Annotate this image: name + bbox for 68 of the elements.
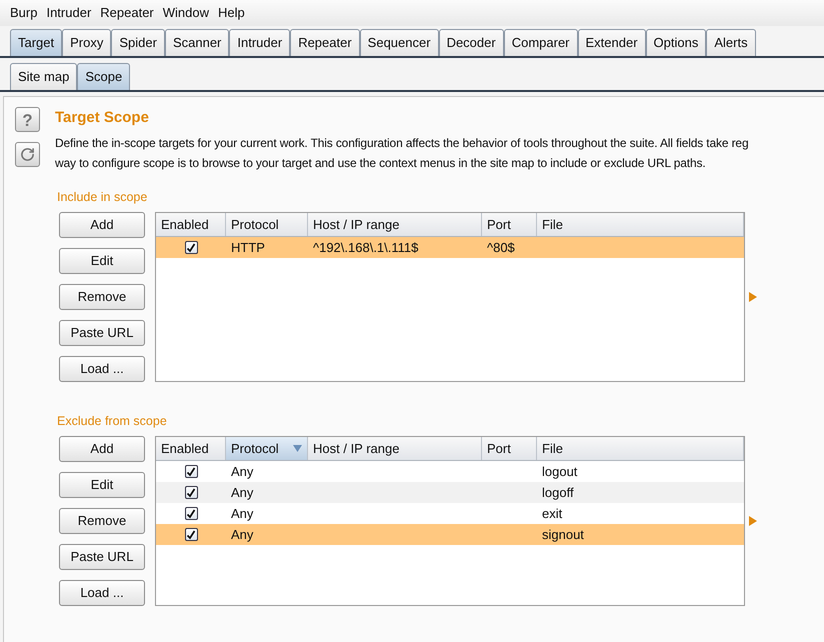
column-header[interactable]: Protocol [226,437,308,460]
action-button[interactable]: Edit [59,472,145,498]
menu-item[interactable]: Repeater [100,3,154,23]
checkbox[interactable] [184,528,198,541]
tab[interactable]: Scanner [164,29,230,56]
tab[interactable]: Proxy [62,29,112,56]
action-button[interactable]: Paste URL [59,544,145,570]
tab[interactable]: Spider [111,29,165,56]
help-button[interactable]: ? [15,107,40,132]
action-button[interactable]: Remove [59,284,145,310]
refresh-icon [20,147,35,162]
column-header[interactable]: Protocol [226,213,308,236]
table-cell: exit [542,506,562,521]
tab[interactable]: Intruder [229,29,290,56]
table-cell: HTTP [231,240,265,255]
action-button[interactable]: Remove [59,508,145,534]
column-header[interactable]: Enabled [156,213,226,236]
expand-arrow-icon[interactable] [749,292,757,302]
table-cell: logout [542,464,578,479]
action-button[interactable]: Edit [59,248,145,274]
tab[interactable]: Alerts [706,29,756,56]
action-button[interactable]: Paste URL [59,320,145,346]
tab[interactable]: Comparer [504,29,578,56]
column-header[interactable]: Port [482,213,537,236]
column-header[interactable]: Port [482,437,537,460]
table-cell: Any [231,484,254,500]
table-row[interactable]: HTTP ^192\.168\.1\.111$ ^80$ [156,237,744,258]
checkbox[interactable] [184,507,198,520]
tab[interactable]: Sequencer [360,29,439,56]
column-header[interactable]: File [537,213,744,236]
menu-item[interactable]: Help [218,3,245,23]
table-cell: Any [231,506,254,521]
column-header[interactable]: Host / IP range [308,437,482,460]
tab[interactable]: Site map [10,63,78,90]
action-button[interactable]: Add [59,436,145,462]
column-header[interactable]: Host / IP range [308,213,482,236]
table-cell: ^192\.168\.1\.111$ [313,240,418,255]
checkbox[interactable] [184,465,198,478]
action-button[interactable]: Add [59,212,145,238]
menu-item[interactable]: Burp [10,3,38,23]
table-row[interactable]: Any signout [156,524,744,545]
refresh-button[interactable] [15,142,40,167]
checkbox[interactable] [184,486,198,499]
tab[interactable]: Scope [77,63,130,90]
table-cell: Any [231,464,254,479]
sort-arrow-icon [293,445,302,452]
table-cell: ^80$ [487,240,515,255]
table-row[interactable]: Any logoff [156,482,744,503]
menu-item[interactable]: Intruder [46,3,92,23]
action-button[interactable]: Load ... [59,580,145,606]
description-text: Define the in-scope targets for your current work. This configuration affects the behavior of tools throughout the suite. All fields take reg [55,135,748,152]
tab[interactable]: Decoder [438,29,504,56]
table-cell: logoff [542,484,574,500]
expand-arrow-icon[interactable] [749,516,757,526]
description-text: way to configure scope is to browse to your target and use the context menus in the site map to include or exclude URL paths. [55,155,707,172]
table-cell: signout [542,526,584,542]
section-heading: Exclude from scope [57,413,168,430]
section-heading: Include in scope [57,189,148,206]
action-button[interactable]: Load ... [59,356,145,382]
table-cell: Any [231,526,254,542]
menu-item[interactable]: Window [162,3,210,23]
tab[interactable]: Target [10,29,62,56]
column-header[interactable]: File [537,437,744,460]
tab[interactable]: Repeater [290,29,360,56]
checkbox[interactable] [184,241,198,254]
tab[interactable]: Options [646,29,706,56]
tab[interactable]: Extender [578,29,646,56]
page-title: Target Scope [55,108,150,128]
